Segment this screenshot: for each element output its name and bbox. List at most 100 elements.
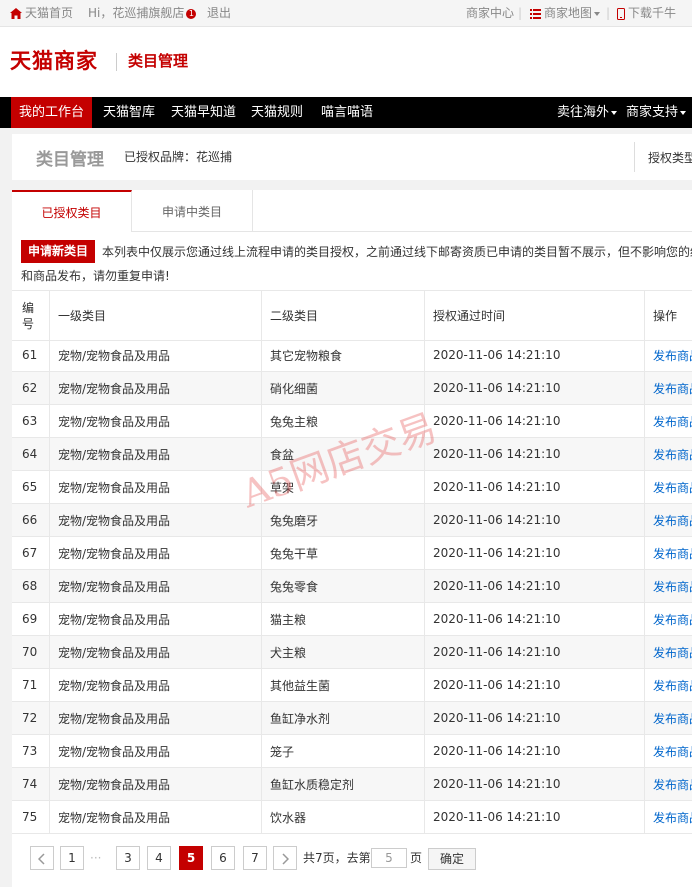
header-divider xyxy=(116,53,117,71)
publish-product-link[interactable]: 发布商品 xyxy=(645,768,692,800)
level1-category: 宠物/宠物食品及用品 xyxy=(50,702,262,734)
table-row: 72宠物/宠物食品及用品鱼缸净水剂2020-11-06 14:21:10发布商品 xyxy=(12,702,692,735)
row-no: 68 xyxy=(12,570,50,602)
top-utility-bar: 天猫首页 Hi，花巡捕旗舰店 1 退出 商家中心 | 商家地图 | 下载千牛 xyxy=(0,0,692,27)
table-row: 61 宠物/宠物食品及用品 其它宠物粮食 2020-11-06 14:21:10 发布商… xyxy=(12,339,692,372)
chevron-down-icon xyxy=(594,11,601,16)
tab-authorized[interactable]: 已授权类目 xyxy=(12,190,132,232)
publish-product-link[interactable]: 发布商品 xyxy=(645,372,692,404)
level2-category: 鱼缸净水剂 xyxy=(262,702,425,734)
auth-type-link[interactable]: 授权类型 xyxy=(648,149,692,166)
header-action: 操作 xyxy=(653,309,678,323)
chevron-left-icon xyxy=(37,852,45,865)
level2-category: 猫主粮 xyxy=(262,603,425,635)
approval-time: 2020-11-06 14:21:10 xyxy=(425,570,645,602)
current-page-button[interactable]: 5 xyxy=(179,846,203,870)
level1-category: 宠物/宠物食品及用品 xyxy=(50,603,262,635)
merchant-map-link[interactable]: 商家地图 xyxy=(530,0,601,26)
message-badge[interactable]: 1 xyxy=(186,8,197,19)
tab-applying[interactable]: 申请中类目 xyxy=(132,190,253,231)
table-row: 67宠物/宠物食品及用品兔兔干草2020-11-06 14:21:10发布商品 xyxy=(12,537,692,570)
publish-product-link[interactable]: 发布商品 xyxy=(645,735,692,767)
merchant-center-link[interactable]: 商家中心 xyxy=(466,0,514,26)
home-icon xyxy=(10,8,22,19)
nav-item-meow-talk[interactable]: 喵言喵语 xyxy=(321,97,373,128)
level1-category: 宠物/宠物食品及用品 xyxy=(50,339,262,371)
level1-category: 宠物/宠物食品及用品 xyxy=(50,504,262,536)
level1-category: 宠物/宠物食品及用品 xyxy=(50,372,262,404)
notice-text-line2: 和商品发布，请勿重复申请! xyxy=(21,269,170,283)
header-subtitle: 类目管理 xyxy=(128,52,189,70)
approval-time: 2020-11-06 14:21:10 xyxy=(425,339,645,371)
nav-item-workbench[interactable]: 我的工作台 xyxy=(11,97,92,128)
approval-time: 2020-11-06 14:21:10 xyxy=(425,735,645,767)
main-content: 已授权类目 申请中类目 申请新类目 本列表中仅展示您通过线上流程申请的类目授权，… xyxy=(12,190,692,887)
prev-page-button[interactable] xyxy=(30,846,54,870)
publish-product-link[interactable]: 发布商品 xyxy=(645,636,692,668)
greeting: Hi，花巡捕旗舰店 1 xyxy=(88,0,197,26)
tmall-merchant-logo[interactable]: 天猫商家 xyxy=(10,45,98,75)
merchant-center-label: 商家中心 xyxy=(466,6,515,20)
nav-item-early-know[interactable]: 天猫早知道 xyxy=(171,97,236,128)
publish-product-link[interactable]: 发布商品 xyxy=(645,405,692,437)
row-no: 62 xyxy=(12,372,50,404)
level1-category: 宠物/宠物食品及用品 xyxy=(50,438,262,470)
page-button[interactable]: 4 xyxy=(147,846,171,870)
level1-category: 宠物/宠物食品及用品 xyxy=(50,537,262,569)
merchant-support-label: 商家支持 xyxy=(626,105,679,120)
publish-product-link[interactable]: 发布商品 xyxy=(645,603,692,635)
table-row: 71宠物/宠物食品及用品其他益生菌2020-11-06 14:21:10发布商品 xyxy=(12,669,692,702)
publish-product-link[interactable]: 发布商品 xyxy=(645,570,692,602)
nav-item-merchant-support[interactable]: 商家支持 xyxy=(626,97,687,128)
level1-category: 宠物/宠物食品及用品 xyxy=(50,735,262,767)
tmall-home-link[interactable]: 天猫首页 xyxy=(10,0,73,26)
greeting-text: Hi，花巡捕旗舰店 xyxy=(88,6,185,20)
level2-category: 兔兔零食 xyxy=(262,570,425,602)
table-row: 63宠物/宠物食品及用品兔兔主粮2020-11-06 14:21:10发布商品 xyxy=(12,405,692,438)
page-button[interactable]: 3 xyxy=(116,846,140,870)
publish-product-link[interactable]: 发布商品 xyxy=(645,801,692,833)
level1-category: 宠物/宠物食品及用品 xyxy=(50,636,262,668)
logout-link[interactable]: 退出 xyxy=(207,0,231,26)
confirm-jump-button[interactable]: 确定 xyxy=(428,848,476,870)
nav-item-think-tank[interactable]: 天猫智库 xyxy=(103,97,155,128)
approval-time: 2020-11-06 14:21:10 xyxy=(425,471,645,503)
level2-category: 兔兔磨牙 xyxy=(262,504,425,536)
total-pages-text: 共7页，去第 xyxy=(303,851,371,865)
next-page-button[interactable] xyxy=(273,846,297,870)
table-row: 64宠物/宠物食品及用品食盆2020-11-06 14:21:10发布商品 xyxy=(12,438,692,471)
authorized-brand: 已授权品牌：花巡捕 xyxy=(124,150,233,164)
publish-product-link[interactable]: 发布商品 xyxy=(645,471,692,503)
page-button[interactable]: 7 xyxy=(243,846,267,870)
page-jump-input[interactable]: 5 xyxy=(371,848,407,868)
level2-category: 食盆 xyxy=(262,438,425,470)
apply-category-button[interactable]: 申请新类目 xyxy=(21,240,96,263)
list-icon xyxy=(530,8,541,19)
publish-product-link[interactable]: 发布商品 xyxy=(645,339,692,371)
header-no-label: 编号 xyxy=(22,300,35,331)
page-title: 类目管理 xyxy=(36,150,104,170)
row-no: 73 xyxy=(12,735,50,767)
nav-item-rules[interactable]: 天猫规则 xyxy=(251,97,303,128)
publish-product-link[interactable]: 发布商品 xyxy=(645,537,692,569)
publish-product-link[interactable]: 发布商品 xyxy=(645,438,692,470)
row-no: 71 xyxy=(12,669,50,701)
row-no: 74 xyxy=(12,768,50,800)
publish-product-link[interactable]: 发布商品 xyxy=(645,669,692,701)
merchant-center-divider: | xyxy=(518,6,523,20)
publish-product-link[interactable]: 发布商品 xyxy=(645,504,692,536)
level1-category: 宠物/宠物食品及用品 xyxy=(50,768,262,800)
row-no: 61 xyxy=(12,339,50,371)
page-button[interactable]: 6 xyxy=(211,846,235,870)
row-no: 64 xyxy=(12,438,50,470)
row-no: 66 xyxy=(12,504,50,536)
table-row: 69宠物/宠物食品及用品猫主粮2020-11-06 14:21:10发布商品 xyxy=(12,603,692,636)
table-row: 70宠物/宠物食品及用品犬主粮2020-11-06 14:21:10发布商品 xyxy=(12,636,692,669)
nav-item-sell-overseas[interactable]: 卖往海外 xyxy=(557,97,618,128)
row-no: 75 xyxy=(12,801,50,833)
level2-category: 其他益生菌 xyxy=(262,669,425,701)
publish-product-link[interactable]: 发布商品 xyxy=(645,702,692,734)
page-button[interactable]: 1 xyxy=(60,846,84,870)
approval-time: 2020-11-06 14:21:10 xyxy=(425,405,645,437)
download-qianniu-link[interactable]: 下载千牛 xyxy=(617,0,676,26)
